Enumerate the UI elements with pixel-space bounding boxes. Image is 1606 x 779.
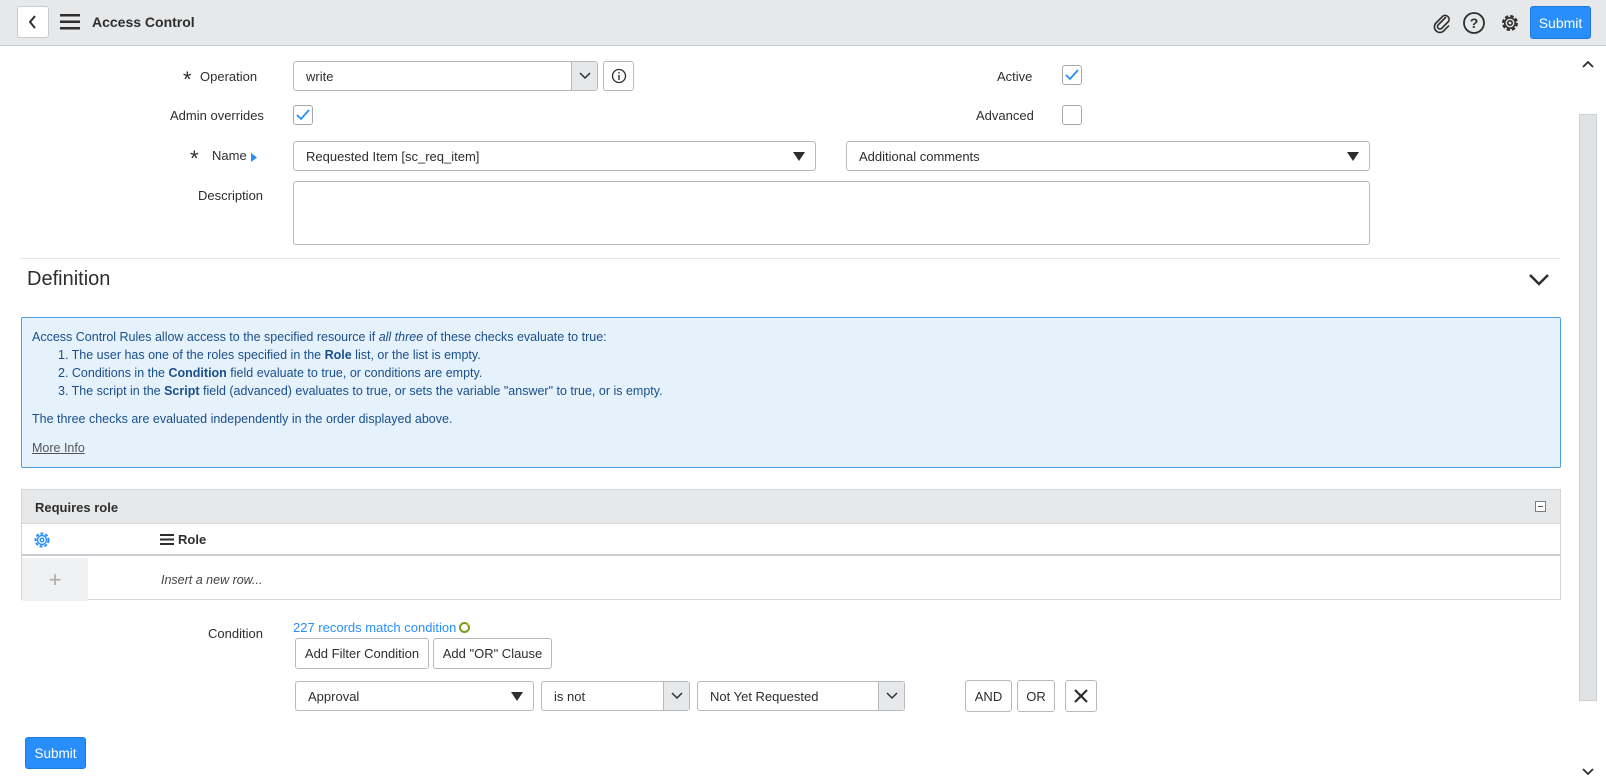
condition-label: Condition	[208, 626, 263, 641]
chevron-left-icon	[28, 15, 36, 29]
records-match-text: 227 records match condition	[293, 620, 457, 635]
condition-operator-value: is not	[554, 688, 586, 704]
chevron-down-icon	[571, 62, 597, 90]
triangle-right-icon[interactable]	[251, 153, 257, 162]
dropdown-arrow-icon	[793, 152, 805, 161]
close-icon	[1074, 689, 1088, 703]
column-menu-icon[interactable]	[160, 534, 174, 545]
info-item-3: 3. The script in the Script field (advan…	[58, 384, 663, 398]
active-checkbox[interactable]	[1062, 65, 1082, 85]
name-label: Name	[212, 148, 247, 163]
svg-text:?: ?	[1470, 15, 1479, 31]
attachment-icon[interactable]	[1430, 11, 1454, 35]
role-column-header[interactable]: Role	[160, 532, 206, 547]
definition-info-box: Access Control Rules allow access to the…	[21, 317, 1561, 468]
dropdown-arrow-icon	[511, 692, 523, 701]
plus-icon[interactable]: +	[22, 558, 88, 601]
requires-role-title: Requires role	[35, 500, 119, 515]
add-or-clause-button[interactable]: Add "OR" Clause	[433, 638, 552, 669]
checkmark-icon	[296, 109, 310, 121]
operation-label: Operation	[200, 69, 258, 84]
requires-role-header: Requires role	[22, 490, 1560, 524]
refresh-icon[interactable]	[458, 621, 471, 634]
chevron-down-icon[interactable]	[1527, 271, 1551, 289]
requires-role-list: Requires role Role + Insert a new row...	[21, 489, 1561, 601]
checkmark-icon	[1065, 69, 1079, 81]
bottom-submit-button[interactable]: Submit	[25, 737, 86, 769]
help-icon[interactable]: ?	[1462, 11, 1486, 35]
condition-operator-select[interactable]: is not	[541, 681, 690, 711]
info-footer: The three checks are evaluated independe…	[32, 412, 453, 426]
advanced-checkbox[interactable]	[1062, 105, 1082, 125]
operation-info-button[interactable]	[603, 61, 634, 91]
form-header: Access Control ? Submit	[0, 0, 1606, 46]
definition-section-title: Definition	[27, 268, 111, 290]
gear-icon[interactable]	[1498, 11, 1522, 35]
insert-row: + Insert a new row...	[22, 558, 1560, 601]
required-indicator: *	[183, 67, 192, 92]
scroll-thumb[interactable]	[1579, 114, 1597, 701]
or-button[interactable]: OR	[1017, 680, 1055, 712]
role-column-label: Role	[178, 532, 207, 547]
header-submit-button[interactable]: Submit	[1530, 6, 1591, 39]
more-info-link[interactable]: More Info	[32, 441, 85, 455]
operation-select[interactable]: write	[293, 61, 598, 91]
add-filter-condition-button[interactable]: Add Filter Condition	[295, 638, 429, 669]
insert-new-row[interactable]: Insert a new row...	[161, 573, 262, 587]
chevron-down-icon	[878, 682, 904, 710]
description-textarea[interactable]	[293, 181, 1370, 245]
operation-value: write	[306, 68, 334, 84]
name-table-select[interactable]: Requested Item [sc_req_item]	[293, 141, 816, 171]
dropdown-arrow-icon	[1347, 152, 1359, 161]
remove-condition-button[interactable]	[1065, 680, 1097, 712]
name-field-value: Additional comments	[859, 148, 980, 164]
info-intro: Access Control Rules allow access to the…	[32, 330, 607, 344]
condition-value-select[interactable]: Not Yet Requested	[697, 681, 905, 711]
collapse-icon[interactable]	[1535, 501, 1546, 512]
name-field-select[interactable]: Additional comments	[846, 141, 1370, 171]
admin-overrides-label: Admin overrides	[170, 108, 264, 123]
records-match-link[interactable]: 227 records match condition	[293, 620, 471, 635]
advanced-label: Advanced	[976, 108, 1034, 123]
required-indicator: *	[190, 146, 199, 171]
chevron-down-icon	[663, 682, 689, 710]
condition-field-select[interactable]: Approval	[295, 681, 534, 711]
section-divider	[20, 258, 1560, 259]
and-button[interactable]: AND	[965, 680, 1012, 712]
info-icon	[611, 68, 626, 84]
admin-overrides-checkbox[interactable]	[293, 105, 313, 125]
scroll-up-icon[interactable]	[1582, 60, 1594, 68]
page-title: Access Control	[92, 14, 195, 30]
description-label: Description	[198, 188, 264, 203]
back-button[interactable]	[17, 6, 49, 38]
info-item-1: 1. The user has one of the roles specifi…	[58, 348, 481, 362]
hamburger-menu-icon[interactable]	[60, 13, 80, 31]
name-table-value: Requested Item [sc_req_item]	[306, 148, 480, 164]
condition-field-value: Approval	[308, 688, 360, 704]
active-label: Active	[997, 69, 1033, 84]
column-header-row: Role	[22, 524, 1560, 556]
condition-value-text: Not Yet Requested	[710, 688, 819, 704]
list-settings-gear-icon[interactable]	[32, 530, 52, 550]
scroll-down-icon[interactable]	[1582, 768, 1594, 776]
info-item-2: 2. Conditions in the Condition field eva…	[58, 366, 483, 380]
